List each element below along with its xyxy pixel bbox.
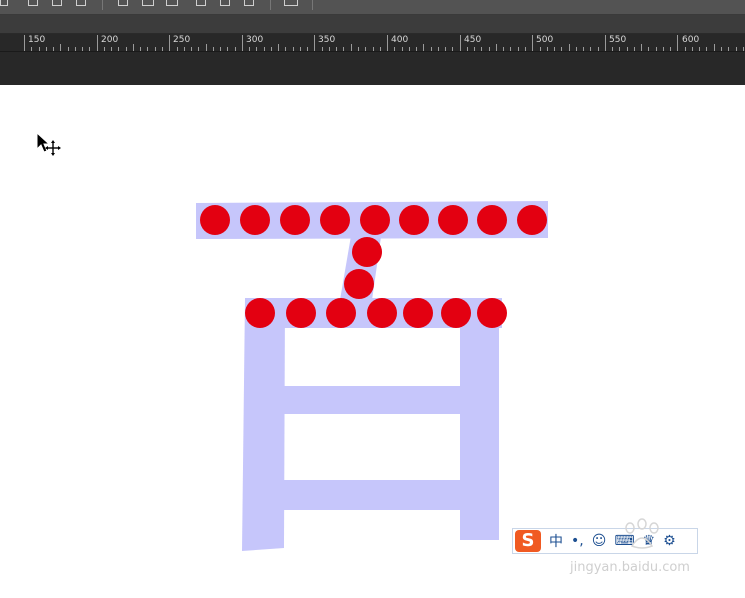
red-dot[interactable]: [344, 269, 374, 299]
red-dot[interactable]: [286, 298, 316, 328]
red-dot[interactable]: [399, 205, 429, 235]
red-dot[interactable]: [280, 205, 310, 235]
red-dot[interactable]: [326, 298, 356, 328]
move-cursor-icon: [36, 132, 61, 156]
glyph-middle-bar[interactable]: [282, 386, 462, 414]
baidu-paw-icon: [625, 518, 659, 549]
red-dot[interactable]: [352, 237, 382, 267]
red-dot[interactable]: [200, 205, 230, 235]
glyph-bottom-bar[interactable]: [282, 480, 462, 510]
red-dot[interactable]: [403, 298, 433, 328]
red-dot[interactable]: [441, 298, 471, 328]
baidu-watermark: jingyan.baidu.com: [512, 518, 702, 584]
red-dot[interactable]: [245, 298, 275, 328]
red-dot[interactable]: [240, 205, 270, 235]
red-dot[interactable]: [438, 205, 468, 235]
glyph-box-right[interactable]: [460, 298, 499, 540]
red-dot[interactable]: [360, 205, 390, 235]
red-dot[interactable]: [517, 205, 547, 235]
red-dot[interactable]: [477, 298, 507, 328]
glyph-box-left[interactable]: [242, 298, 285, 551]
artwork[interactable]: [0, 0, 745, 598]
red-dot[interactable]: [320, 205, 350, 235]
red-dot[interactable]: [477, 205, 507, 235]
watermark-text: jingyan.baidu.com: [570, 560, 690, 575]
red-dot[interactable]: [367, 298, 397, 328]
